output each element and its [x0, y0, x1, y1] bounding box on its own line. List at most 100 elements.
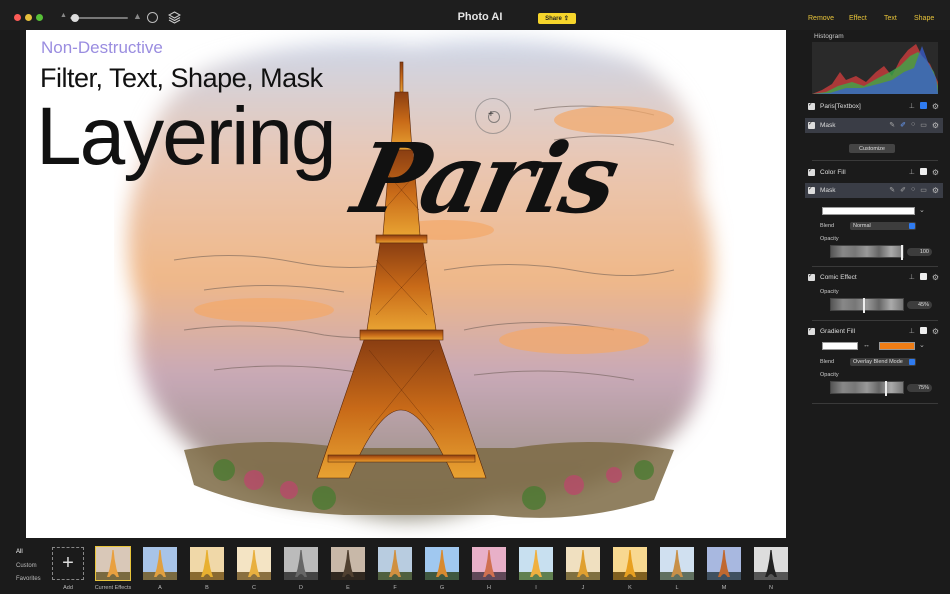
swap-colors-icon[interactable]: ↔	[863, 342, 870, 349]
add-effect-button[interactable]: +	[52, 547, 84, 580]
paris-textbox-layer[interactable]: Paris	[344, 122, 626, 235]
effect-thumbnail[interactable]	[519, 547, 553, 580]
layers-icon[interactable]	[168, 11, 181, 24]
pin-icon[interactable]: ⊥	[909, 168, 915, 177]
layer-toggle-icon[interactable]	[919, 102, 927, 109]
layer-toggle-icon[interactable]	[919, 327, 927, 334]
divider	[812, 160, 938, 161]
opacity-value[interactable]: 75%	[907, 384, 932, 392]
circle-brush-icon[interactable]	[147, 12, 158, 23]
gear-icon[interactable]: ⚙	[932, 102, 939, 111]
layer-row-gradient-fill[interactable]: Gradient Fill ⊥ ⚙	[805, 324, 943, 339]
effect-thumbnail-label: B	[205, 585, 209, 591]
circle-icon[interactable]: ○	[911, 186, 915, 195]
tab-remove[interactable]: Remove	[808, 15, 834, 22]
effect-thumbnail[interactable]	[660, 547, 694, 580]
zoom-out-icon[interactable]: ▲	[60, 12, 67, 19]
layer-visibility-checkbox[interactable]	[808, 326, 815, 335]
close-window-button[interactable]	[14, 14, 21, 21]
layer-visibility-checkbox[interactable]	[808, 272, 815, 281]
effect-thumbnail-label: J	[581, 585, 585, 591]
gradient-icon[interactable]: ▭	[920, 121, 927, 130]
opacity-slider[interactable]	[830, 298, 904, 313]
pin-icon[interactable]: ⊥	[909, 327, 915, 336]
share-button[interactable]: Share ⇪	[538, 13, 576, 24]
divider	[812, 403, 938, 404]
layer-toggle-icon[interactable]	[919, 273, 927, 280]
chevron-down-icon[interactable]: ⌄	[919, 206, 925, 214]
opacity-slider[interactable]	[830, 381, 904, 396]
pen-icon[interactable]: ✐	[900, 121, 906, 130]
circle-icon[interactable]: ○	[911, 121, 915, 130]
effect-thumbnail[interactable]	[566, 547, 600, 580]
thumbnail-image	[378, 547, 412, 580]
opacity-value[interactable]: 100	[907, 248, 932, 256]
brush-icon[interactable]: ✎	[889, 121, 895, 130]
layer-row-color-fill[interactable]: Color Fill ⊥ ⚙	[805, 165, 943, 180]
layer-row-mask[interactable]: Mask ✎ ✐ ○ ▭ ⚙	[805, 118, 943, 133]
thumbnail-image	[237, 547, 271, 580]
layer-row-paris-textbox[interactable]: Paris[Textbox] ⊥ ⚙	[805, 99, 943, 114]
layer-toggle-icon[interactable]	[919, 168, 927, 175]
opacity-value[interactable]: 45%	[907, 301, 932, 309]
gradient-end-swatch[interactable]	[879, 342, 915, 350]
pen-icon[interactable]: ✐	[900, 186, 906, 195]
opacity-slider[interactable]	[830, 245, 904, 260]
opacity-slider-handle[interactable]	[863, 298, 866, 313]
layer-visibility-checkbox[interactable]	[808, 167, 815, 176]
thumbnail-image	[143, 547, 177, 580]
effect-thumbnail[interactable]	[237, 547, 271, 580]
pin-icon[interactable]: ⊥	[909, 102, 915, 111]
chevron-down-icon[interactable]: ⌄	[919, 341, 925, 349]
pin-icon[interactable]: ⊥	[909, 273, 915, 282]
gear-icon[interactable]: ⚙	[932, 186, 939, 195]
effect-thumbnail[interactable]	[754, 547, 788, 580]
layer-name: Color Fill	[820, 169, 846, 176]
effects-strip: All Custom Favorites + Add Current Effec…	[0, 538, 950, 594]
fill-color-swatch[interactable]	[822, 207, 915, 215]
effect-thumbnail[interactable]	[425, 547, 459, 580]
maximize-window-button[interactable]	[36, 14, 43, 21]
tab-effect[interactable]: Effect	[849, 15, 867, 22]
effect-thumbnail[interactable]	[143, 547, 177, 580]
effect-thumbnail-label: G	[439, 585, 445, 591]
category-favorites[interactable]: Favorites	[16, 576, 41, 582]
category-custom[interactable]: Custom	[16, 563, 37, 569]
layer-visibility-checkbox[interactable]	[808, 185, 815, 194]
tab-shape[interactable]: Shape	[914, 15, 934, 22]
gradient-icon[interactable]: ▭	[920, 186, 927, 195]
opacity-slider-handle[interactable]	[901, 245, 903, 260]
gradient-start-swatch[interactable]	[822, 342, 858, 350]
effect-thumbnail[interactable]	[613, 547, 647, 580]
zoom-slider-handle[interactable]	[71, 14, 79, 22]
brush-icon[interactable]: ✎	[889, 186, 895, 195]
effect-thumbnail[interactable]	[707, 547, 741, 580]
effect-thumbnail-label: M	[721, 585, 727, 591]
image-canvas[interactable]: Non-Destructive Filter, Text, Shape, Mas…	[26, 30, 786, 538]
category-all[interactable]: All	[16, 549, 23, 555]
app-title: Photo AI	[457, 11, 503, 23]
effect-thumbnail[interactable]	[331, 547, 365, 580]
gear-icon[interactable]: ⚙	[932, 327, 939, 336]
divider	[812, 266, 938, 267]
zoom-in-icon[interactable]: ▲	[133, 11, 142, 21]
effect-thumbnail[interactable]	[472, 547, 506, 580]
blend-mode-select[interactable]: Normal	[850, 222, 916, 230]
layer-visibility-checkbox[interactable]	[808, 120, 815, 129]
gear-icon[interactable]: ⚙	[932, 273, 939, 282]
customize-button[interactable]: Customize	[849, 144, 895, 153]
effect-thumbnail[interactable]	[190, 547, 224, 580]
effect-thumbnail[interactable]	[284, 547, 318, 580]
minimize-window-button[interactable]	[25, 14, 32, 21]
layer-row-comic-effect[interactable]: Comic Effect ⊥ ⚙	[805, 270, 943, 285]
layer-visibility-checkbox[interactable]	[808, 101, 815, 110]
effect-thumbnail[interactable]	[95, 546, 131, 581]
tab-text[interactable]: Text	[884, 15, 897, 22]
effect-thumbnail[interactable]	[378, 547, 412, 580]
layer-row-mask-2[interactable]: Mask ✎ ✐ ○ ▭ ⚙	[805, 183, 943, 198]
gear-icon[interactable]: ⚙	[932, 168, 939, 177]
thumbnail-image	[190, 547, 224, 580]
opacity-slider-handle[interactable]	[885, 381, 887, 396]
blend-mode-select[interactable]: Overlay Blend Mode	[850, 358, 916, 366]
gear-icon[interactable]: ⚙	[932, 121, 939, 130]
